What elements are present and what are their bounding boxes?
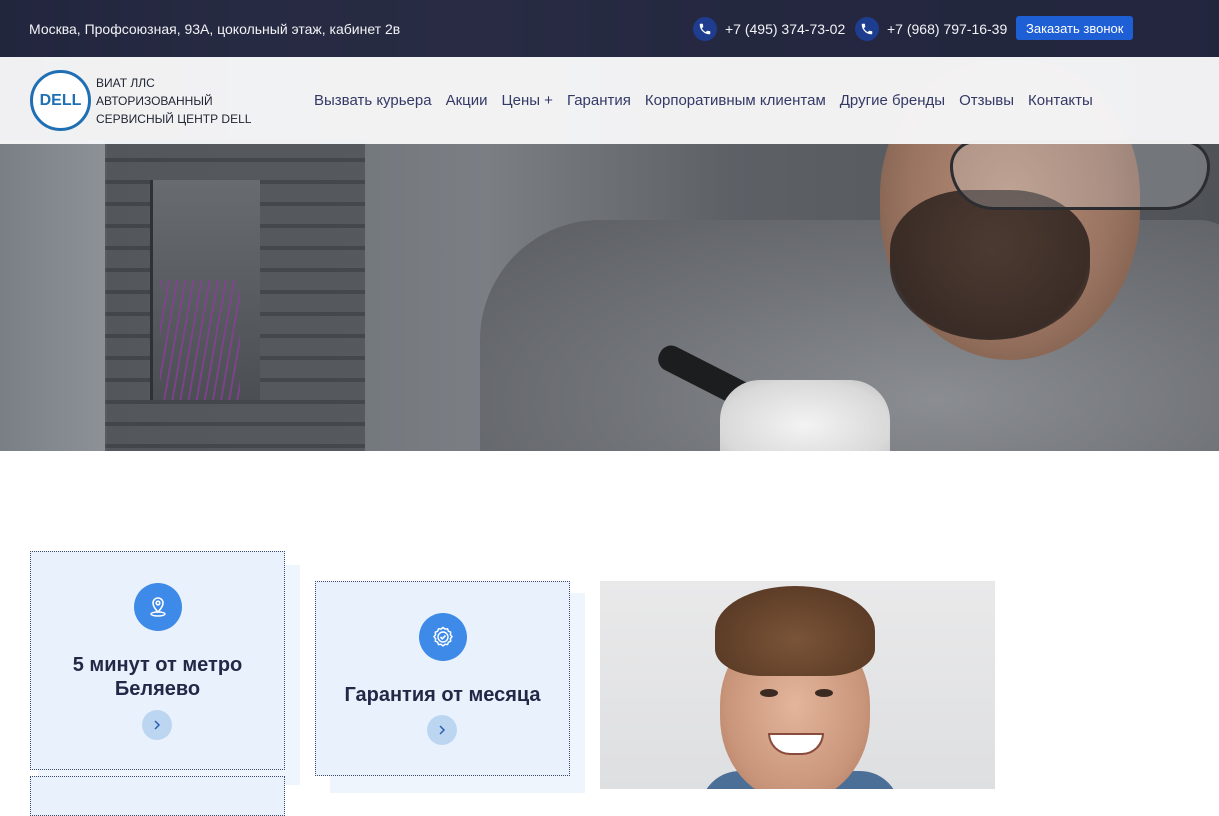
feature-title-line: 5 минут от метро (72, 654, 243, 676)
feature-card-metro[interactable]: 5 минут от метро Беляево (30, 551, 285, 770)
nav-item-corporate[interactable]: Корпоративным клиентам (645, 92, 826, 109)
feature-title-warranty: Гарантия от месяца (344, 684, 541, 706)
glove-image (720, 380, 890, 451)
feature-title-line: Беляево (114, 678, 201, 700)
chevron-right-icon[interactable] (142, 710, 172, 740)
nav-item-contacts[interactable]: Контакты (1028, 92, 1093, 109)
callback-button[interactable]: Заказать звонок (1016, 16, 1134, 40)
hero-background-left (0, 140, 107, 451)
safety-glasses-image (950, 140, 1210, 210)
feature-card-warranty[interactable]: Гарантия от месяца (315, 581, 570, 776)
main-nav: Вызвать курьера Акции Цены + Гарантия Ко… (314, 92, 1107, 109)
staff-photo (600, 581, 995, 789)
eye-image (760, 689, 778, 697)
technician-beard-image (890, 190, 1090, 340)
eye-image (815, 689, 833, 697)
main-header: DELL ВИАТ ЛЛС АВТОРИЗОВАННЫЙ СЕРВИСНЫЙ Ц… (0, 57, 1219, 144)
dell-logo[interactable]: DELL (30, 70, 91, 131)
phone-link-1[interactable]: +7 (495) 374-73-02 (693, 17, 845, 41)
logo-text: DELL (39, 91, 82, 109)
feature-card-next[interactable] (30, 776, 285, 816)
nav-item-other-brands[interactable]: Другие бренды (840, 92, 945, 109)
nav-item-prices[interactable]: Цены + (502, 92, 553, 109)
chevron-right-icon[interactable] (427, 715, 457, 745)
location-pin-icon (134, 583, 182, 631)
brand-line-2: АВТОРИЗОВАННЫЙ (96, 94, 213, 108)
address-text: Москва, Профсоюзная, 93А, цокольный этаж… (29, 21, 401, 37)
nav-item-reviews[interactable]: Отзывы (959, 92, 1014, 109)
nav-item-promotions[interactable]: Акции (446, 92, 488, 109)
phone-number-1[interactable]: +7 (495) 374-73-02 (725, 21, 845, 37)
phone-icon (693, 17, 717, 41)
nav-item-warranty[interactable]: Гарантия (567, 92, 631, 109)
badge-check-icon (419, 613, 467, 661)
top-bar: Москва, Профсоюзная, 93А, цокольный этаж… (0, 0, 1219, 57)
wires-image (160, 280, 240, 400)
hair-image (715, 586, 875, 676)
phone-link-2[interactable]: +7 (968) 797-16-39 (855, 17, 1007, 41)
phone-icon (855, 17, 879, 41)
brand-line-3: СЕРВИСНЫЙ ЦЕНТР DELL (96, 112, 252, 126)
brand-line-1: ВИАТ ЛЛС (96, 76, 155, 90)
nav-item-courier[interactable]: Вызвать курьера (314, 92, 432, 109)
phone-number-2[interactable]: +7 (968) 797-16-39 (887, 21, 1007, 37)
brand-name: ВИАТ ЛЛС АВТОРИЗОВАННЫЙ СЕРВИСНЫЙ ЦЕНТР … (96, 74, 251, 128)
feature-title-metro: 5 минут от метро Беляево (31, 653, 284, 701)
